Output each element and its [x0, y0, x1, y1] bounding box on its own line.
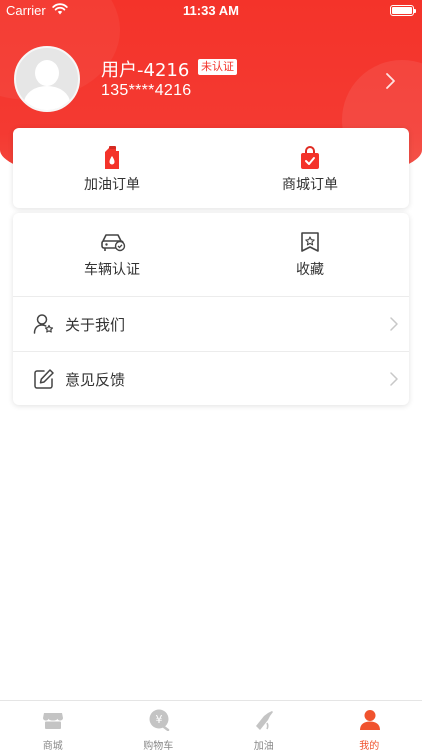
status-bar: Carrier 11:33 AM — [0, 0, 422, 22]
favorites-button[interactable]: 收藏 — [211, 213, 409, 295]
chevron-right-icon — [390, 372, 398, 386]
tab-me-label: 我的 — [359, 741, 380, 750]
tab-store[interactable]: 商城 — [0, 701, 106, 750]
store-icon — [43, 713, 63, 729]
fuel-can-icon — [105, 146, 119, 169]
about-us-label: 关于我们 — [65, 316, 126, 334]
user-icon — [359, 710, 380, 730]
tab-cart-label: 购物车 — [143, 741, 174, 750]
fuel-orders-label: 加油订单 — [84, 177, 140, 193]
verify-status-badge: 未认证 — [198, 59, 237, 75]
bookmark-star-icon — [301, 232, 319, 252]
fuel-nozzle-icon — [256, 711, 273, 730]
cart-icon: ¥ — [149, 709, 169, 731]
tab-fuel[interactable]: 加油 — [211, 701, 317, 750]
tab-cart[interactable]: ¥ 购物车 — [106, 701, 212, 750]
orders-card: 加油订单 商城订单 — [13, 128, 409, 208]
profile-chevron-right-icon[interactable] — [384, 72, 398, 90]
tab-fuel-label: 加油 — [253, 741, 274, 750]
mall-orders-button[interactable]: 商城订单 — [211, 128, 409, 208]
vehicle-verify-button[interactable]: 车辆认证 — [13, 213, 211, 295]
car-verify-icon — [101, 234, 126, 252]
battery-icon — [390, 5, 416, 16]
avatar[interactable] — [14, 46, 80, 112]
menu-row-about-us[interactable]: 关于我们 — [13, 297, 409, 351]
menu-row-feedback[interactable]: 意见反馈 — [13, 352, 409, 406]
bottom-tab-bar: 商城 ¥ 购物车 加油 我的 — [0, 700, 422, 750]
vehicle-verify-label: 车辆认证 — [84, 262, 140, 278]
phone-number: 135****4216 — [101, 82, 192, 99]
chevron-right-icon — [390, 317, 398, 331]
shopping-bag-icon — [301, 146, 319, 169]
svg-text:¥: ¥ — [155, 713, 162, 726]
user-about-icon — [33, 314, 54, 334]
mall-orders-label: 商城订单 — [282, 177, 338, 193]
username: 用户-4216 — [101, 60, 190, 81]
fuel-orders-button[interactable]: 加油订单 — [13, 128, 211, 208]
edit-feedback-icon — [34, 369, 54, 389]
status-time: 11:33 AM — [183, 3, 239, 18]
favorites-label: 收藏 — [296, 262, 324, 278]
feedback-label: 意见反馈 — [65, 371, 126, 389]
tab-store-label: 商城 — [42, 741, 63, 750]
tab-me[interactable]: 我的 — [317, 701, 422, 750]
tools-card: 车辆认证 收藏 关于我们 意见反馈 — [13, 213, 409, 405]
